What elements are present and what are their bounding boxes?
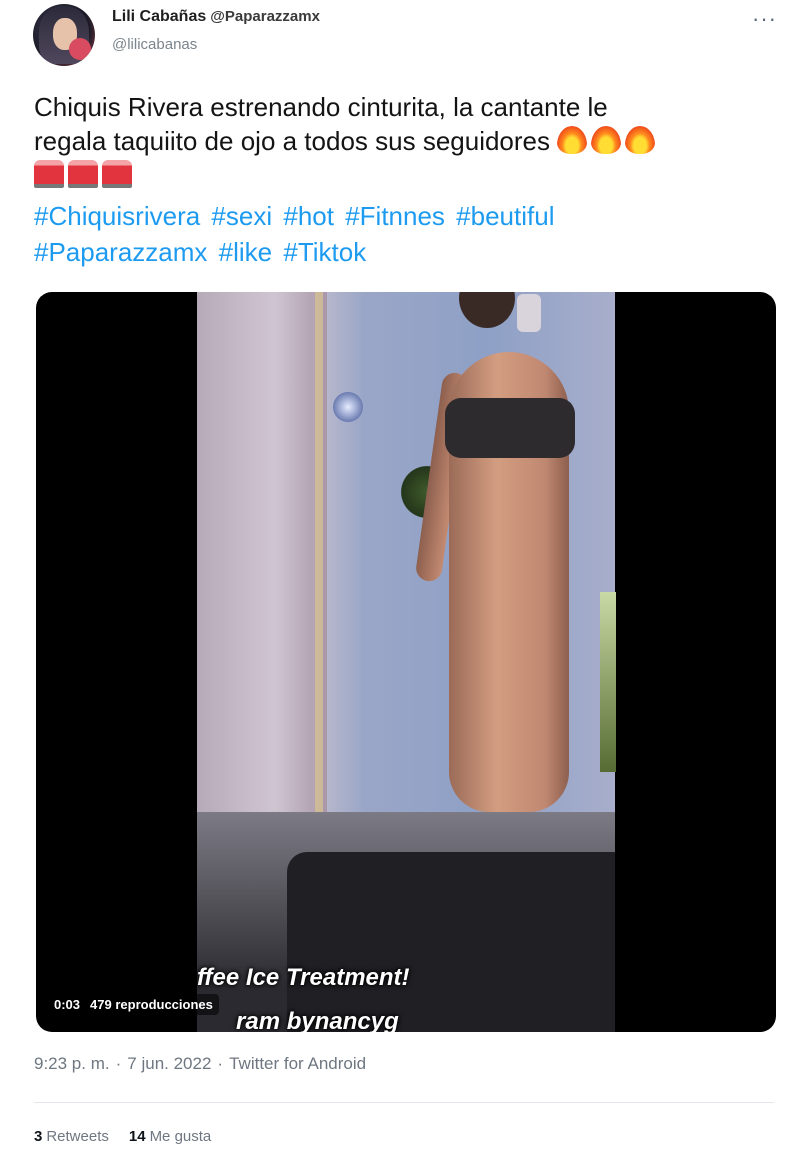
- tweet-time[interactable]: 9:23 p. m.: [34, 1054, 110, 1074]
- video-rug: [287, 852, 615, 1032]
- fire-icon: [625, 126, 656, 154]
- hashtags: #Chiquisrivera #sexi #hot #Fitnnes #beut…: [34, 198, 774, 270]
- video-frame: [197, 292, 615, 1032]
- rotating-light-icon: [102, 160, 132, 188]
- hashtag-link[interactable]: #like: [219, 237, 272, 267]
- video-person-top: [445, 398, 575, 458]
- author-name-handle[interactable]: @Paparazzamx: [210, 8, 320, 25]
- hashtag-link[interactable]: #hot: [283, 201, 334, 231]
- retweets-count: 3: [34, 1128, 43, 1145]
- tweet-text: Chiquis Rivera estrenando cinturita, la …: [34, 90, 774, 192]
- video-door-edge: [315, 292, 323, 892]
- hashtag-link[interactable]: #Paparazzamx: [34, 237, 207, 267]
- hashtag-link[interactable]: #beutiful: [456, 201, 554, 231]
- video-person: [414, 292, 615, 852]
- tweet-card: Lili Cabañas @Paparazzamx @lilicabanas ·…: [0, 0, 800, 1164]
- likes-label: Me gusta: [149, 1128, 212, 1145]
- timestamp-separator: ·: [115, 1054, 122, 1073]
- more-horizontal-icon[interactable]: ···: [752, 6, 777, 32]
- rotating-light-icon: [34, 160, 64, 188]
- tweet-emoji-line: [34, 158, 774, 192]
- author-name-row[interactable]: Lili Cabañas @Paparazzamx: [112, 8, 320, 26]
- hashtag-link[interactable]: #sexi: [211, 201, 272, 231]
- avatar-flower: [69, 38, 91, 60]
- video-caption-line-1: ffee Ice Treatment!: [197, 964, 410, 991]
- video-door: [197, 292, 327, 852]
- tweet-date[interactable]: 7 jun. 2022: [127, 1054, 211, 1074]
- video-player[interactable]: ffee Ice Treatment! ram bynancyg 0:03 47…: [36, 292, 776, 1032]
- timestamp-separator: ·: [217, 1054, 224, 1073]
- video-person-head: [459, 292, 515, 328]
- rotating-light-icon: [68, 160, 98, 188]
- fire-icon: [557, 126, 588, 154]
- video-phone: [517, 294, 541, 332]
- video-meta-badge: 0:03 479 reproducciones: [48, 994, 219, 1015]
- video-plant-edge: [600, 592, 616, 772]
- engagement-stats: 3 Retweets 14 Me gusta: [34, 1128, 211, 1145]
- video-views: 479 reproducciones: [90, 997, 213, 1012]
- retweets-label: Retweets: [46, 1128, 109, 1145]
- tweet-source[interactable]: Twitter for Android: [229, 1054, 366, 1074]
- tweet-text-line-2-text: regala taquiito de ojo a todos sus segui…: [34, 126, 551, 156]
- video-caption-line-2: ram bynancyg: [236, 1008, 399, 1032]
- avatar[interactable]: [33, 4, 95, 66]
- author-display-name[interactable]: Lili Cabañas: [112, 8, 206, 26]
- tweet-text-line-2: regala taquiito de ojo a todos sus segui…: [34, 124, 774, 158]
- tweet-text-line-1: Chiquis Rivera estrenando cinturita, la …: [34, 92, 608, 122]
- hashtag-link[interactable]: #Chiquisrivera: [34, 201, 200, 231]
- video-lamp: [333, 392, 363, 422]
- likes-count: 14: [128, 1128, 146, 1145]
- fire-icon: [591, 126, 622, 154]
- hashtag-link[interactable]: #Fitnnes: [345, 201, 445, 231]
- video-time: 0:03: [54, 997, 81, 1012]
- hashtag-link[interactable]: #Tiktok: [283, 237, 366, 267]
- likes-stat[interactable]: 14 Me gusta: [129, 1128, 211, 1145]
- divider: [34, 1102, 774, 1103]
- author-handle[interactable]: @lilicabanas: [112, 36, 197, 53]
- retweets-stat[interactable]: 3 Retweets: [34, 1128, 109, 1145]
- tweet-timestamp[interactable]: 9:23 p. m. · 7 jun. 2022 · Twitter for A…: [34, 1054, 366, 1074]
